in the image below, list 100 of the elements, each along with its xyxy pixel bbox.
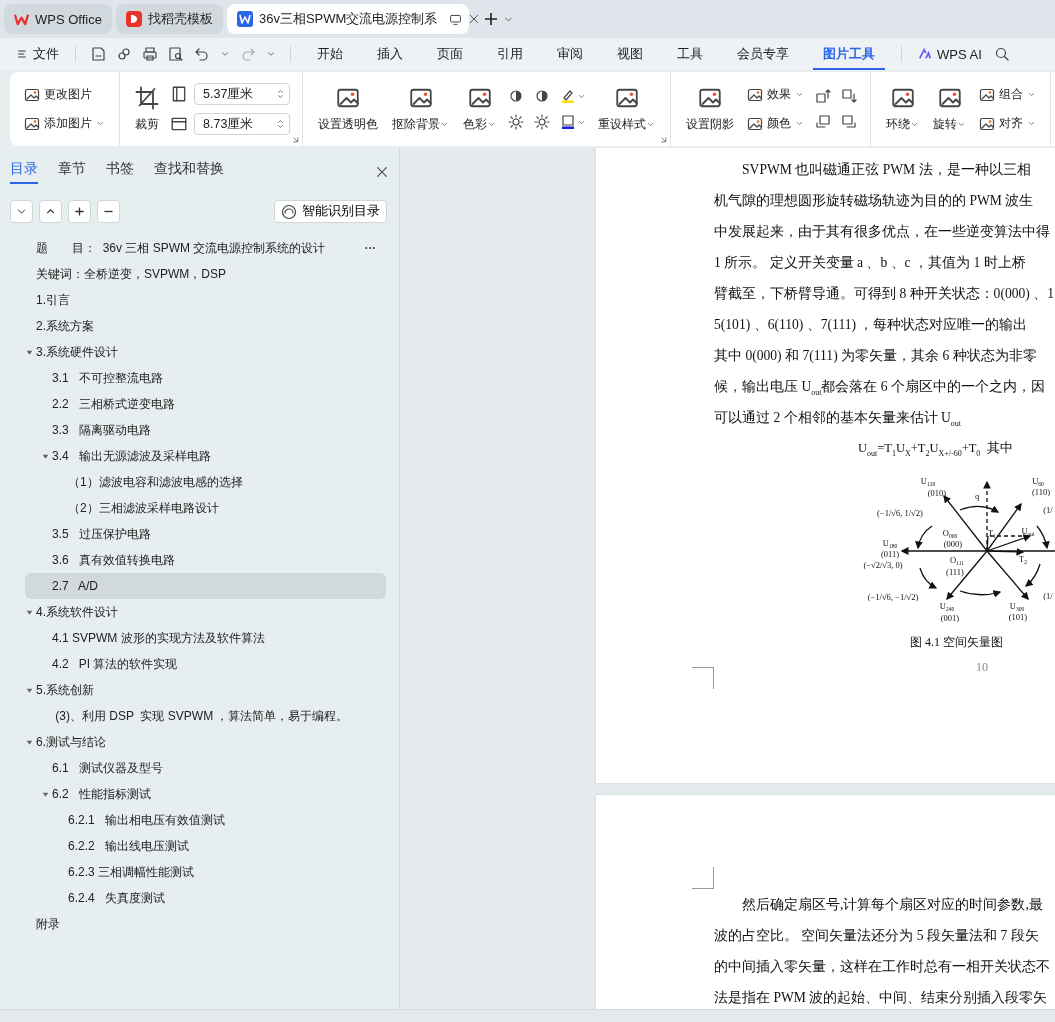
toc-item[interactable]: 3.3 隔离驱动电路 [25, 417, 386, 443]
toc-item[interactable]: 6.测试与结论 [25, 729, 386, 755]
file-menu[interactable]: 文件 [14, 43, 61, 65]
toc-item[interactable]: (3)、利用 DSP 实现 SVPWM ，算法简单，易于编程。 [25, 703, 386, 729]
caret-icon [1027, 90, 1036, 99]
diagram-label: T$_{2}$ [1019, 554, 1027, 565]
toc-item[interactable]: 3.6 真有效值转换电路 [25, 547, 386, 573]
menu-tab[interactable]: 图片工具 [813, 38, 885, 70]
ribbon-icon-button[interactable] [507, 113, 525, 131]
toc-item[interactable]: 1.引言 [25, 287, 386, 313]
undo-icon[interactable] [194, 46, 210, 62]
ribbon-button[interactable]: 效果 [745, 84, 806, 105]
toc-item[interactable]: （1）滤波电容和滤波电感的选择 [25, 469, 386, 495]
link-icon[interactable] [116, 46, 132, 62]
diagram-label: (001) [940, 613, 960, 623]
new-tab-icon[interactable] [482, 11, 499, 27]
toc-item[interactable]: 6.2.1 输出相电压有效值测试 [25, 807, 386, 833]
menu-tab[interactable]: 开始 [307, 38, 353, 70]
toc-item[interactable]: 4.系统软件设计 [25, 599, 386, 625]
ribbon-icon-button[interactable] [840, 87, 858, 105]
menu-tab[interactable]: 工具 [667, 38, 713, 70]
menu-tab[interactable]: 视图 [607, 38, 653, 70]
toc-item[interactable]: 5.系统创新 [25, 677, 386, 703]
ribbon-button[interactable]: 设置透明色 [315, 81, 381, 137]
toc-item[interactable]: 4.2 PI 算法的软件实现 [25, 651, 386, 677]
size-field[interactable]: 8.73厘米 [194, 113, 290, 135]
toc-item[interactable]: 4.1 SVPWM 波形的实现方法及软件算法 [25, 625, 386, 651]
menu-tab[interactable]: 页面 [427, 38, 473, 70]
menu-tab[interactable]: 插入 [367, 38, 413, 70]
toc-item[interactable]: 6.1 测试仪器及型号 [25, 755, 386, 781]
sidebar-tab[interactable]: 书签 [106, 160, 134, 184]
spinner-icon[interactable] [275, 117, 286, 131]
ribbon-button[interactable]: 抠除背景 [389, 81, 452, 137]
sidebar-tab[interactable]: 查找和替换 [154, 160, 224, 184]
launcher-icon[interactable] [291, 135, 300, 144]
toc-item[interactable]: 3.4 输出无源滤波及采样电路 [25, 443, 386, 469]
ribbon-icon-button[interactable] [533, 113, 551, 131]
toc-item[interactable]: 附录 [25, 911, 386, 937]
toc-item[interactable]: 3.1 不可控整流电路 [25, 365, 386, 391]
toc-item[interactable]: 6.2.3 三相调幅性能测试 [25, 859, 386, 885]
crop-mark [692, 667, 714, 689]
caret-icon[interactable] [220, 49, 230, 59]
sidebar-tab[interactable]: 章节 [58, 160, 86, 184]
preview-icon[interactable] [168, 46, 184, 62]
paragraph-line: 其中 0(000) 和 7(111) 为零矢量，其余 6 种状态为非零 [714, 347, 1038, 365]
add-button[interactable] [68, 200, 91, 223]
ribbon-button[interactable]: 更改图片 [22, 84, 107, 105]
toc-item[interactable]: （2）三相滤波采样电路设计 [25, 495, 386, 521]
caret-icon[interactable] [266, 49, 276, 59]
equation: U$_{out}$=T$_{1}$U$_{X}$+T$_{2}$U$_{X+/-60}$+T$_{0}$ 其中 [857, 440, 1014, 460]
menu-tab[interactable]: 会员专享 [727, 38, 799, 70]
monitor-icon [449, 12, 463, 26]
window-tab[interactable]: WPS Office [4, 4, 112, 34]
diagram-label: q [974, 491, 980, 501]
caret-icon [96, 119, 105, 128]
ribbon-button[interactable]: 裁剪 [132, 81, 162, 137]
caret-icon [1027, 119, 1036, 128]
print-icon[interactable] [142, 46, 158, 62]
close-icon[interactable] [468, 13, 481, 25]
expand-all-button[interactable] [39, 200, 62, 223]
ribbon-button[interactable]: 色彩 [460, 81, 499, 137]
spinner-icon[interactable] [275, 87, 286, 101]
ribbon-icon-button[interactable] [533, 87, 551, 105]
smart-toc-button[interactable]: 智能识别目录 [274, 200, 387, 223]
sidebar-tab[interactable]: 目录 [10, 160, 38, 184]
toc-item[interactable]: 6.2.2 输出线电压测试 [25, 833, 386, 859]
ribbon-icon-button[interactable] [507, 87, 525, 105]
diagram-label: (011) [880, 549, 900, 559]
toc-item[interactable]: 2.2 三相桥式逆变电路 [25, 391, 386, 417]
ribbon-button[interactable]: 组合 [977, 84, 1038, 105]
toc-item[interactable]: 6.2.4 失真度测试 [25, 885, 386, 911]
paragraph-line: 中发展起来，由于其有很多优点，在一些逆变算法中得 [714, 223, 1051, 241]
ribbon-button[interactable]: 对齐 [977, 113, 1038, 134]
close-icon[interactable] [375, 165, 389, 179]
toc-item[interactable]: 6.2 性能指标测试 [25, 781, 386, 807]
toc-item[interactable]: 2.系统方案 [25, 313, 386, 339]
window-tab[interactable]: 找稻壳模板 [115, 4, 223, 34]
save-icon[interactable] [90, 46, 106, 62]
toc-item[interactable]: 题 目： 36v 三相 SPWM 交流电源控制系统的设计 [25, 235, 386, 261]
ribbon-button[interactable]: 环绕 [883, 81, 922, 137]
menu-tab[interactable]: 引用 [487, 38, 533, 70]
size-field[interactable]: 5.37厘米 [194, 83, 290, 105]
ribbon-button[interactable]: 设置阴影 [683, 81, 737, 137]
ribbon-button[interactable]: 添加图片 [22, 113, 107, 134]
toc-item[interactable]: 3.系统硬件设计 [25, 339, 386, 365]
toc-item[interactable]: 2.7 A/D [25, 573, 386, 599]
toc-item[interactable]: 3.5 过压保护电路 [25, 521, 386, 547]
menu-tab[interactable]: 审阅 [547, 38, 593, 70]
ribbon-button[interactable]: 重设样式 [595, 81, 658, 137]
ribbon-button[interactable]: 颜色 [745, 113, 806, 134]
ribbon-button[interactable]: 旋转 [930, 81, 969, 137]
diagram-label: (1/ [1043, 591, 1053, 601]
paragraph-line: 然后确定扇区号,计算每个扇区对应的时间参数,最 [741, 896, 1044, 914]
ribbon-icon-button[interactable] [559, 113, 587, 131]
search-icon[interactable] [993, 46, 1010, 62]
toc-item[interactable]: 关键词：全桥逆变，SVPWM，DSP [25, 261, 386, 287]
launcher-icon[interactable] [659, 135, 668, 144]
ribbon-icon-button[interactable] [814, 87, 832, 105]
page-number: 10 [975, 659, 988, 676]
ai-button[interactable]: WPS AI [916, 44, 984, 64]
